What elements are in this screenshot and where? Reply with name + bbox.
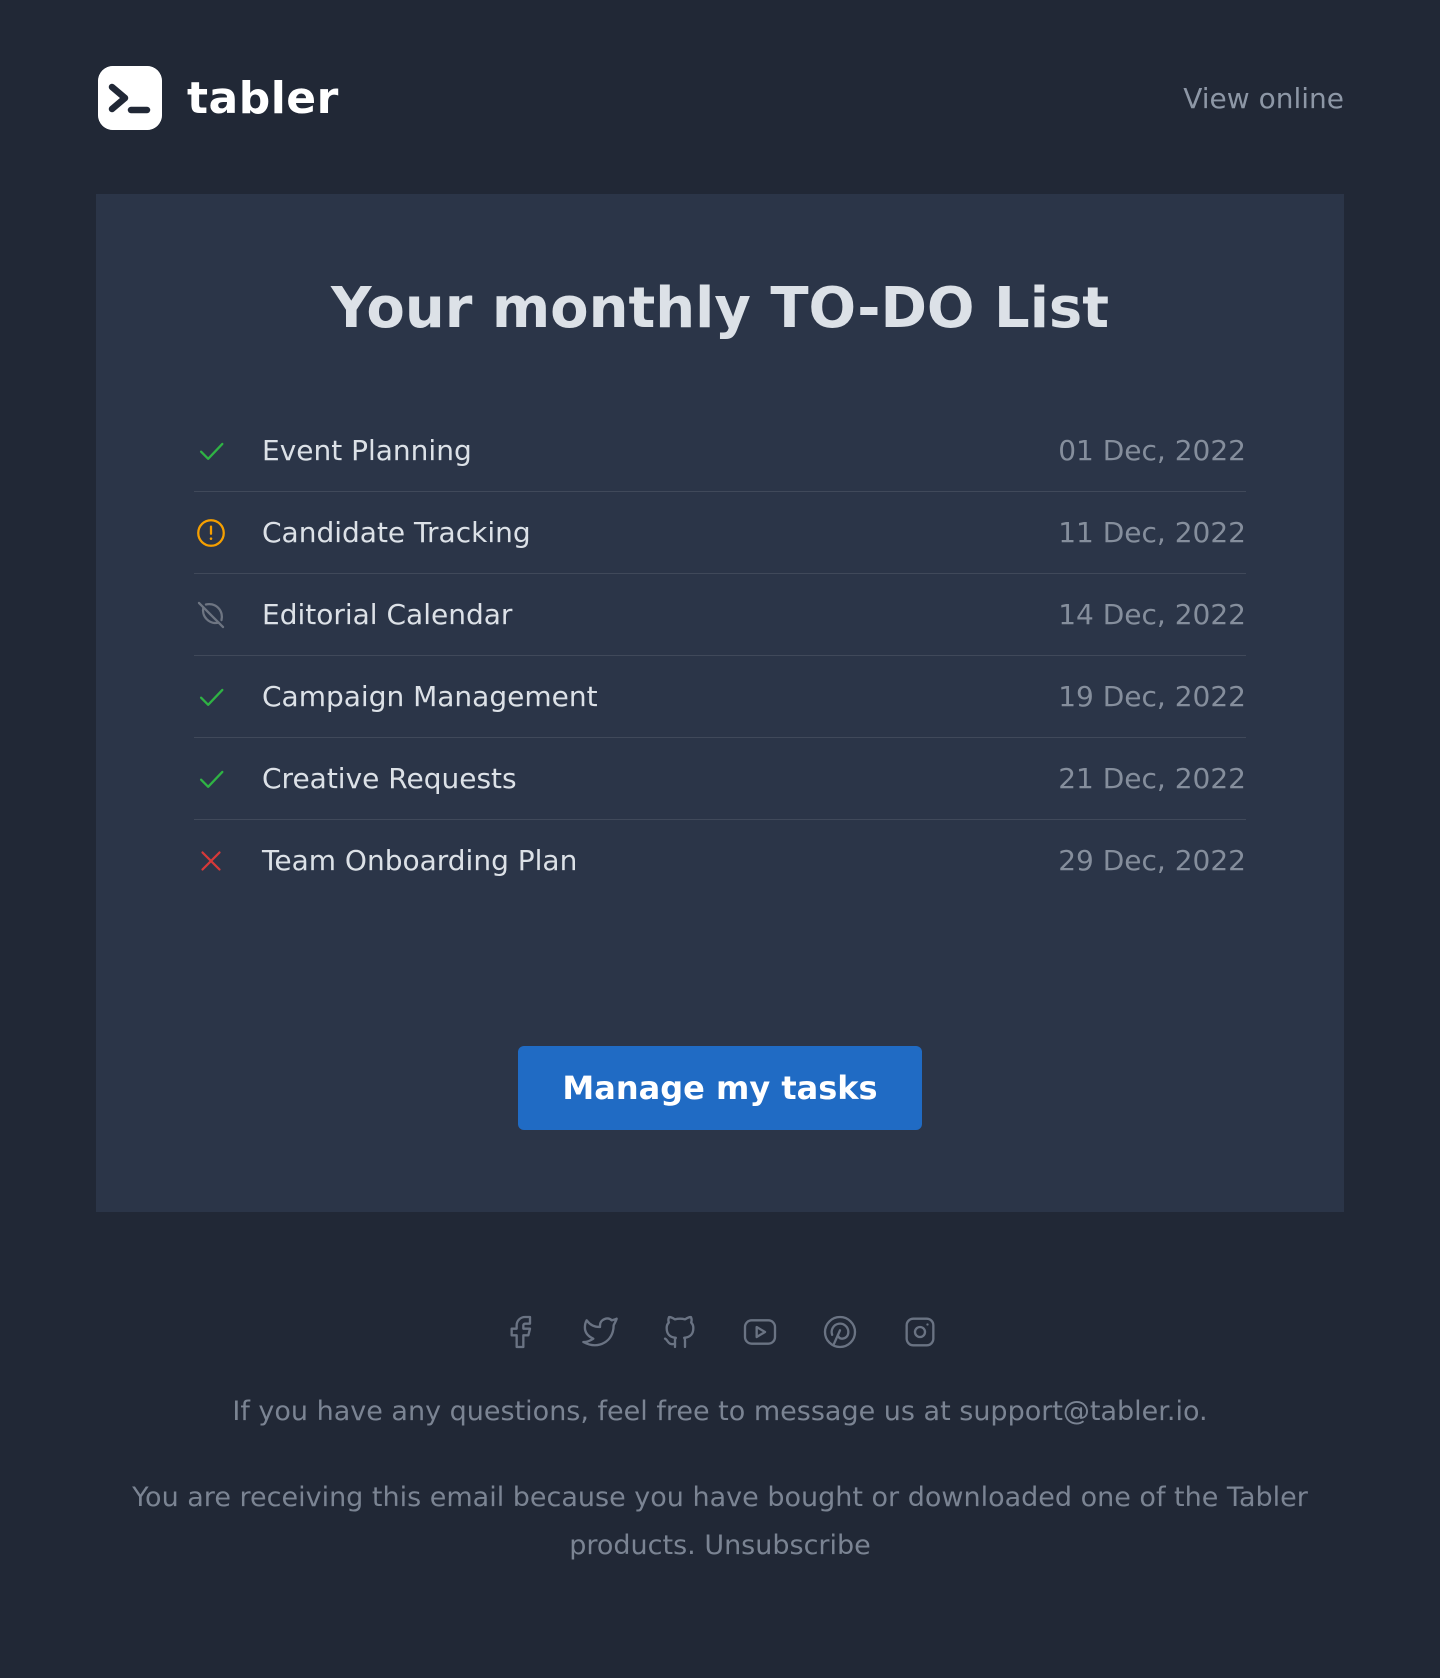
todo-date: 14 Dec, 2022: [1058, 598, 1246, 631]
todo-row: Event Planning 01 Dec, 2022: [194, 410, 1246, 492]
todo-date: 19 Dec, 2022: [1058, 680, 1246, 713]
circle-off-icon: [194, 598, 228, 632]
todo-row: Campaign Management 19 Dec, 2022: [194, 656, 1246, 738]
todo-card: Your monthly TO-DO List Event Planning 0…: [96, 194, 1344, 1212]
todo-row: Candidate Tracking 11 Dec, 2022: [194, 492, 1246, 574]
todo-date: 29 Dec, 2022: [1058, 844, 1246, 877]
todo-label: Candidate Tracking: [262, 516, 531, 549]
check-icon: [194, 434, 228, 468]
todo-label: Event Planning: [262, 434, 472, 467]
todo-row: Creative Requests 21 Dec, 2022: [194, 738, 1246, 820]
support-email-link[interactable]: support@tabler.io: [959, 1396, 1199, 1427]
email-header: tabler View online: [98, 66, 1344, 130]
alert-circle-icon: [194, 516, 228, 550]
x-icon: [194, 844, 228, 878]
contact-prefix: If you have any questions, feel free to …: [232, 1396, 960, 1427]
brand-name: tabler: [187, 72, 339, 124]
todo-label: Creative Requests: [262, 762, 517, 795]
todo-row: Editorial Calendar 14 Dec, 2022: [194, 574, 1246, 656]
tabler-logo-icon: [98, 66, 162, 130]
github-icon[interactable]: [660, 1312, 700, 1352]
card-title: Your monthly TO-DO List: [330, 276, 1110, 341]
social-links: [0, 1312, 1440, 1352]
youtube-icon[interactable]: [740, 1312, 780, 1352]
check-icon: [194, 680, 228, 714]
tabler-logo[interactable]: tabler: [98, 66, 339, 130]
todo-date: 01 Dec, 2022: [1058, 434, 1246, 467]
todo-list: Event Planning 01 Dec, 2022 Candidate Tr…: [194, 410, 1246, 901]
view-online-link[interactable]: View online: [1183, 82, 1344, 115]
todo-label: Campaign Management: [262, 680, 598, 713]
todo-date: 21 Dec, 2022: [1058, 762, 1246, 795]
instagram-icon[interactable]: [900, 1312, 940, 1352]
twitter-icon[interactable]: [580, 1312, 620, 1352]
todo-row: Team Onboarding Plan 29 Dec, 2022: [194, 820, 1246, 901]
contact-suffix: .: [1199, 1396, 1208, 1427]
email-page: tabler View online Your monthly TO-DO Li…: [0, 0, 1440, 1678]
todo-label: Editorial Calendar: [262, 598, 513, 631]
unsubscribe-link[interactable]: Unsubscribe: [704, 1530, 870, 1561]
footer-notice: You are receiving this email because you…: [130, 1474, 1310, 1570]
todo-label: Team Onboarding Plan: [262, 844, 578, 877]
facebook-icon[interactable]: [500, 1312, 540, 1352]
check-icon: [194, 762, 228, 796]
footer-contact: If you have any questions, feel free to …: [0, 1396, 1440, 1427]
todo-date: 11 Dec, 2022: [1058, 516, 1246, 549]
manage-tasks-button[interactable]: Manage my tasks: [518, 1046, 922, 1130]
pinterest-icon[interactable]: [820, 1312, 860, 1352]
